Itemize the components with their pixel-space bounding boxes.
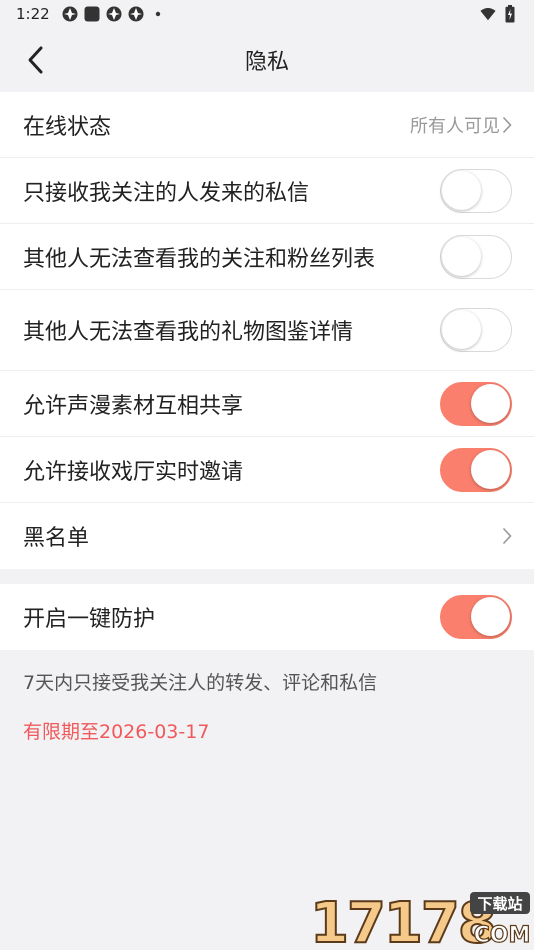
- wifi-icon: [480, 6, 496, 22]
- privacy-settings-list: 在线状态 所有人可见 只接收我关注的人发来的私信 其他人无法查看我的关注和粉丝列…: [0, 92, 534, 569]
- hide-gift-catalog-label: 其他人无法查看我的礼物图鉴详情: [23, 320, 354, 345]
- protection-expiry: 有限期至2026-03-17: [23, 721, 210, 743]
- toggle-knob: [471, 449, 510, 489]
- section-divider: [0, 569, 534, 584]
- online-status-value-wrap: 所有人可见: [410, 112, 512, 138]
- chevron-right-icon: [502, 116, 512, 134]
- toggle-knob: [471, 597, 510, 636]
- hide-gift-catalog-toggle[interactable]: [440, 308, 512, 352]
- blacklist-row[interactable]: 黑名单: [0, 503, 534, 569]
- chevron-right-icon: [502, 527, 512, 545]
- navigation-bar: 隐私: [0, 28, 534, 92]
- chevron-left-icon: [28, 46, 43, 74]
- status-notification-icons: [62, 6, 166, 22]
- toggle-knob: [442, 236, 481, 276]
- svg-text:下载站: 下载站: [477, 895, 522, 913]
- theater-invites-label: 允许接收戏厅实时邀请: [23, 459, 244, 485]
- toggle-knob: [442, 170, 481, 210]
- blacklist-label: 黑名单: [23, 526, 90, 551]
- status-time: 1:22: [16, 5, 50, 23]
- one-click-protection-label: 开启一键防护: [23, 607, 156, 632]
- back-button[interactable]: [18, 42, 54, 78]
- one-click-protection-row: 开启一键防护: [0, 584, 534, 650]
- aperture-icon: [128, 6, 144, 22]
- online-status-value: 所有人可见: [410, 115, 500, 137]
- theater-invites-row: 允许接收戏厅实时邀请: [0, 437, 534, 503]
- battery-icon: [502, 5, 518, 23]
- site-watermark-logo: 17178 下载站 COM: [304, 888, 534, 950]
- one-click-protection-toggle[interactable]: [440, 595, 512, 639]
- share-materials-toggle[interactable]: [440, 381, 512, 426]
- page-title: 隐私: [244, 50, 289, 75]
- status-system-icons: [480, 5, 518, 23]
- aperture-icon: [106, 6, 122, 22]
- hide-follow-list-row: 其他人无法查看我的关注和粉丝列表: [0, 224, 534, 290]
- protection-description: 7天内只接受我关注人的转发、评论和私信: [23, 672, 378, 694]
- hide-gift-catalog-row: 其他人无法查看我的礼物图鉴详情: [0, 290, 534, 371]
- protection-settings: 开启一键防护: [0, 584, 534, 650]
- aperture-icon: [62, 6, 78, 22]
- online-status-label: 在线状态: [23, 114, 112, 140]
- toggle-knob: [442, 310, 481, 349]
- only-followed-dm-row: 只接收我关注的人发来的私信: [0, 158, 534, 224]
- svg-text:COM: COM: [474, 923, 531, 948]
- hide-follow-list-label: 其他人无法查看我的关注和粉丝列表: [23, 246, 376, 272]
- only-followed-dm-label: 只接收我关注的人发来的私信: [23, 180, 310, 206]
- svg-text:17178: 17178: [310, 891, 495, 950]
- only-followed-dm-toggle[interactable]: [440, 168, 512, 213]
- hide-follow-list-toggle[interactable]: [440, 234, 512, 279]
- status-bar: 1:22: [0, 0, 534, 28]
- share-materials-label: 允许声漫素材互相共享: [23, 393, 244, 419]
- square-app-icon: [84, 6, 100, 22]
- online-status-row[interactable]: 在线状态 所有人可见: [0, 92, 534, 158]
- theater-invites-toggle[interactable]: [440, 447, 512, 492]
- dot-icon: [150, 6, 166, 22]
- share-materials-row: 允许声漫素材互相共享: [0, 371, 534, 437]
- toggle-knob: [471, 383, 510, 423]
